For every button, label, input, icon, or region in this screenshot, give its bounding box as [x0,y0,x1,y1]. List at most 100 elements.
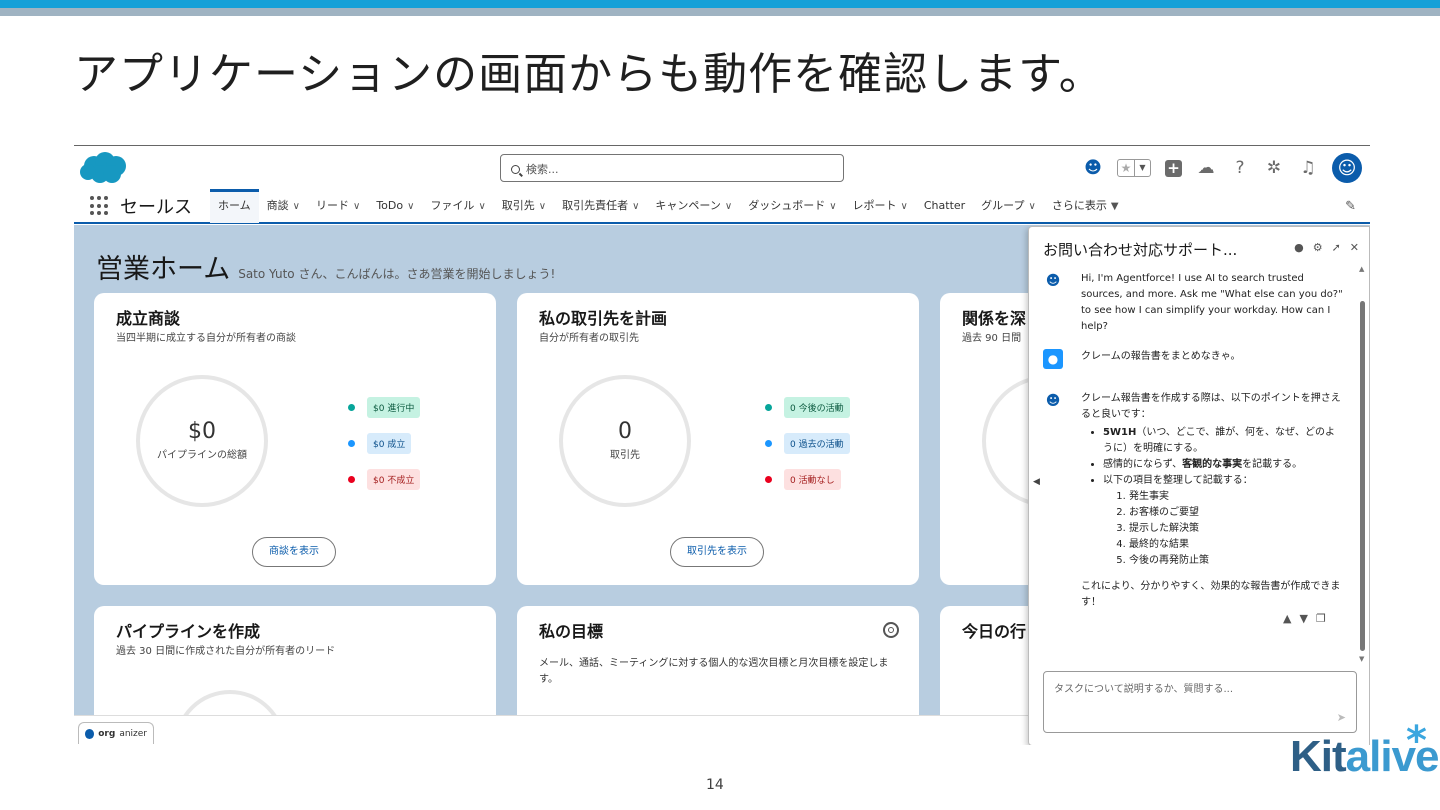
card-subtitle: 自分が所有者の取引先 [539,333,639,344]
thumbs-down-icon[interactable]: ▼ [1299,612,1307,625]
tab-label: 取引先 [501,199,535,212]
tab-contacts[interactable]: 取引先責任者 ∨ [554,189,647,223]
legend-dot [765,440,772,447]
chevron-down-icon[interactable]: ∨ [725,201,732,212]
chevron-down-icon[interactable]: ∨ [1029,201,1036,212]
pipeline-total-label: パイプラインの総額 [157,450,247,461]
card-description: メール、通話、ミーティングに対する個人的な週次目標と月次目標を設定します。 [539,658,889,685]
organizer-tab[interactable]: org anizer [78,722,154,744]
chevron-down-icon[interactable]: ∨ [353,201,360,212]
card-title: 関係を深 [962,309,1027,328]
favorites-button[interactable]: ★ ▼ [1117,159,1151,177]
agent-avatar-icon: ☻ [1045,393,1061,409]
page-title: 営業ホーム Sato Yuto さん、こんばんは。さあ営業を開始しましょう! [96,247,555,286]
page-title-text: 営業ホーム [96,254,231,285]
info-icon[interactable]: ● [1294,241,1304,254]
salesforce-logo[interactable] [78,150,130,186]
accounts-total-label: 取引先 [610,450,640,461]
legend-chip: 0 今後の活動 [784,397,850,418]
tab-leads[interactable]: リード ∨ [308,189,368,223]
chevron-down-icon[interactable]: ∨ [901,201,908,212]
card-title: パイプラインを作成 [116,622,261,641]
help-icon[interactable]: ? [1230,158,1250,178]
bullet-text: （いつ、どこで、誰が、何を、なぜ、どのように）を明確にする。 [1103,427,1336,454]
view-accounts-button[interactable]: 取引先を表示 [670,537,764,567]
agent-icon[interactable]: ⚙ [1313,241,1323,254]
tab-label: 商談 [266,199,289,212]
tab-label: さらに表示 [1051,199,1107,212]
greeting: Sato Yuto さん、こんばんは。さあ営業を開始しましょう! [238,267,556,281]
app-launcher-icon[interactable] [90,196,110,216]
legend-chip: 0 活動なし [784,469,841,490]
panel-actions: ● ⚙ ➚ ✕ [1294,241,1359,254]
goal-settings-icon[interactable] [883,622,899,638]
chevron-down-icon[interactable]: ∨ [539,201,546,212]
chevron-down-icon[interactable]: ∨ [407,201,414,212]
legend-past: 0 過去の活動 [765,433,850,454]
tab-home[interactable]: ホーム [210,189,259,223]
tab-label: キャンペーン [655,199,721,212]
tab-todo[interactable]: ToDo ∨ [368,189,422,223]
caret-down-icon[interactable]: ▼ [1111,201,1119,212]
tab-dashboards[interactable]: ダッシュボード ∨ [740,189,844,223]
page-number: 14 [706,777,724,793]
organizer-icon [85,728,95,739]
reply-bullets: 5W1H（いつ、どこで、誰が、何を、なぜ、どのように）を明確にする。 感情的にな… [1103,425,1343,569]
brand-part-a: Kit [1290,732,1347,781]
bell-icon[interactable]: ♫ [1298,158,1318,178]
step-list: 発生事実 お客様のご要望 提示した解決策 最終的な結果 今後の再発防止策 [1129,489,1343,569]
bullet-bold: 客観的な事実 [1182,459,1243,470]
slide-top-bar [0,0,1440,16]
chevron-down-icon[interactable]: ∨ [632,201,639,212]
collapse-left-icon[interactable]: ◀ [1033,477,1040,487]
message-feedback: ▲ ▼ ❐ [1283,612,1326,625]
tab-accounts[interactable]: 取引先 ∨ [494,189,554,223]
legend-upcoming: 0 今後の活動 [765,397,850,418]
step-item: 発生事実 [1129,489,1343,505]
accounts-total-ring: 0 取引先 [559,375,691,507]
scroll-up-icon[interactable]: ▲ [1359,265,1364,273]
bullet-5w1h: 5W1H（いつ、どこで、誰が、何を、なぜ、どのように）を明確にする。 [1103,425,1343,457]
tab-chatter[interactable]: Chatter [916,189,973,223]
bullet-organize: 以下の項目を整理して記載する： 発生事実 お客様のご要望 提示した解決策 最終的… [1103,473,1343,569]
agentforce-icon[interactable]: ☻ [1083,158,1103,178]
global-search-input[interactable]: 検索... [500,154,844,182]
add-icon[interactable]: + [1165,159,1182,177]
panel-scrollbar[interactable]: ▲ ▼ [1359,265,1367,665]
pin-icon[interactable]: ➚ [1332,241,1341,254]
message-text: クレームの報告書をまとめなきゃ。 [1081,351,1241,362]
global-header: 検索... ☻ ★ ▼ + ☁ ? ✲ ♫ ☺ [74,146,1370,190]
app-nav-bar: セールス ホーム 商談 ∨ リード ∨ ToDo ∨ ファイル ∨ 取引先 ∨ 取引先責任… [74,189,1370,224]
edit-nav-pencil-icon[interactable]: ✎ [1345,199,1356,214]
legend-dot [348,440,355,447]
pipeline-total-ring: $0 パイプラインの総額 [136,375,268,507]
legend-none: 0 活動なし [765,469,850,490]
scroll-thumb[interactable] [1360,301,1365,651]
avatar[interactable]: ☺ [1332,153,1362,183]
gear-icon[interactable]: ✲ [1264,158,1284,178]
tab-files[interactable]: ファイル ∨ [422,189,493,223]
legend-won: $0 成立 [348,433,420,454]
slide-title: アプリケーションの画面からも動作を確認します。 [74,49,1104,100]
thumbs-up-icon[interactable]: ▲ [1283,612,1291,625]
view-opportunities-button[interactable]: 商談を表示 [252,537,336,567]
scroll-down-icon[interactable]: ▼ [1359,655,1364,663]
chevron-down-icon[interactable]: ∨ [829,201,836,212]
chevron-down-icon[interactable]: ∨ [478,201,485,212]
tab-more[interactable]: さらに表示 ▼ [1044,189,1127,223]
brand-star-icon: * [1406,718,1427,764]
chevron-down-icon[interactable]: ∨ [293,201,300,212]
legend-chip: $0 不成立 [367,469,421,490]
step-item: お客様のご要望 [1129,505,1343,521]
bullet-text: 感情的にならず、 [1103,459,1183,470]
copy-icon[interactable]: ❐ [1316,612,1326,625]
tab-campaigns[interactable]: キャンペーン ∨ [647,189,740,223]
tab-opportunities[interactable]: 商談 ∨ [259,189,308,223]
tab-reports[interactable]: レポート ∨ [845,189,916,223]
trailhead-icon[interactable]: ☁ [1196,158,1216,178]
close-icon[interactable]: ✕ [1350,241,1359,254]
step-item: 提示した解決策 [1129,521,1343,537]
agent-message: ☻ Hi, I'm Agentforce! I use AI to search… [1043,271,1343,335]
chat-placeholder: タスクについて説明するか、質問する... [1054,684,1234,695]
tab-groups[interactable]: グループ ∨ [973,189,1044,223]
